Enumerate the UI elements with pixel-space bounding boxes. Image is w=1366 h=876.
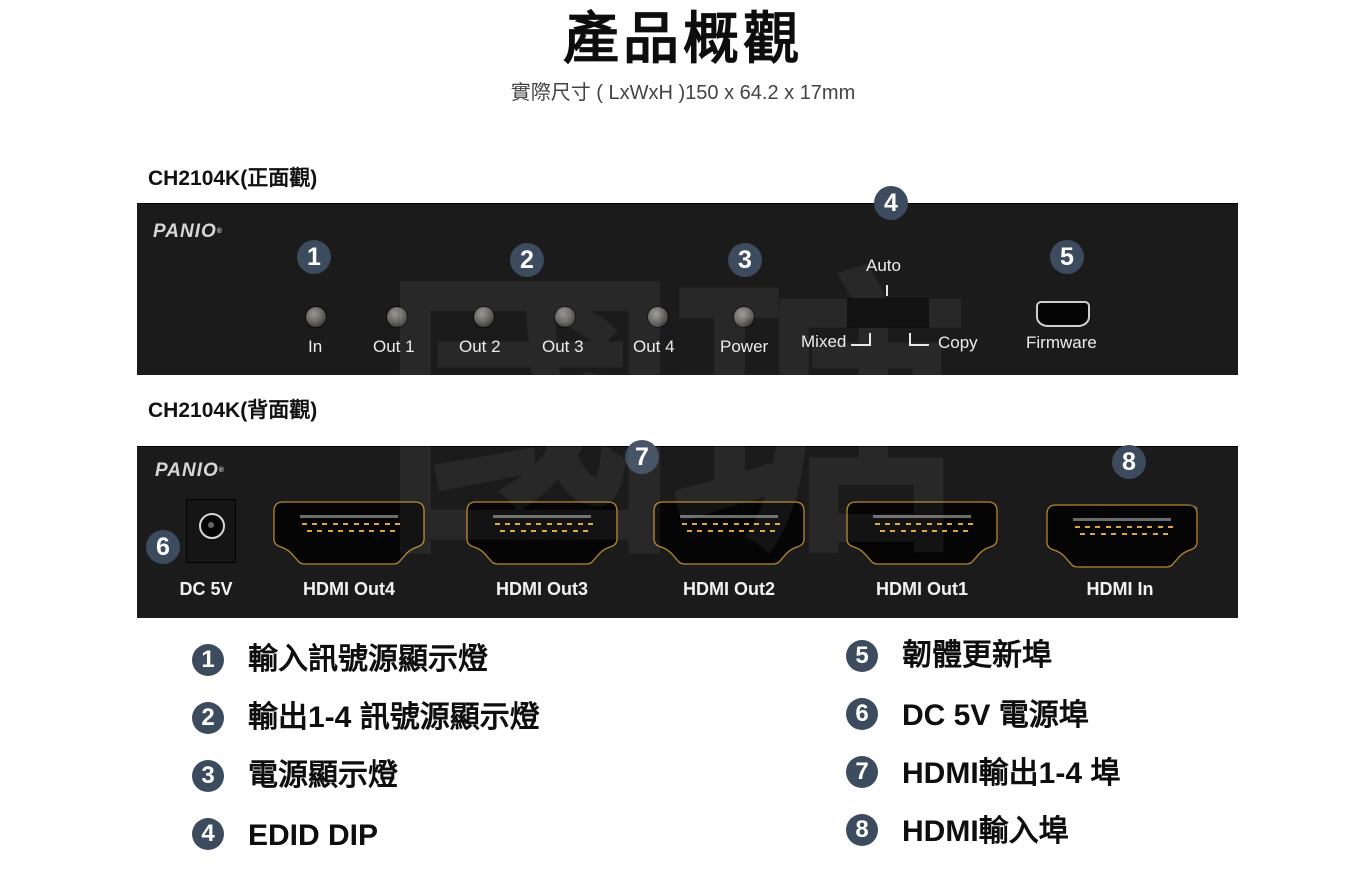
- led-label-out2: Out 2: [459, 337, 501, 356]
- legend-badge-6: 6: [846, 698, 878, 730]
- dip-switch[interactable]: [847, 298, 929, 328]
- dc-jack-icon: [186, 499, 236, 563]
- legend-badge-1: 1: [192, 644, 224, 676]
- legend-badge-3: 3: [192, 760, 224, 792]
- legend-item-4: EDID DIP: [248, 819, 379, 852]
- callout-badge-6: 6: [146, 530, 180, 564]
- legend-item-6: DC 5V 電源埠: [902, 699, 1089, 732]
- hdmi-out1-port-icon: [846, 501, 998, 565]
- led-in-icon: [306, 307, 326, 327]
- led-out3-icon: [555, 307, 575, 327]
- brand-logo-text: PANIO: [155, 460, 219, 481]
- hdmi-in-port-icon: [1046, 504, 1198, 568]
- led-power-icon: [734, 307, 754, 327]
- legend-badge-8: 8: [846, 814, 878, 846]
- port-label-hdmi-out1: HDMI Out1: [876, 579, 968, 599]
- led-label-out4: Out 4: [633, 337, 675, 356]
- callout-badge-2: 2: [510, 243, 544, 277]
- led-label-out1: Out 1: [373, 337, 415, 356]
- hdmi-out2-port-icon: [653, 501, 805, 565]
- port-label-hdmi-in: HDMI In: [1086, 579, 1154, 599]
- registered-mark: ®: [218, 467, 225, 474]
- legend-item-7: HDMI輸出1-4 埠: [902, 757, 1121, 790]
- legend-badge-7: 7: [846, 756, 878, 788]
- page-title: 產品概觀: [563, 7, 803, 70]
- brand-logo-front: PANIO®: [153, 222, 223, 242]
- micro-usb-port-icon: [1036, 301, 1090, 327]
- dip-mixed-line-h: [851, 344, 871, 346]
- led-out2-icon: [474, 307, 494, 327]
- dip-auto-tick: [886, 285, 888, 296]
- dip-mixed-line-v: [869, 333, 871, 346]
- registered-mark: ®: [216, 228, 223, 235]
- led-out1-icon: [387, 307, 407, 327]
- callout-badge-7: 7: [625, 440, 659, 474]
- back-view-label: CH2104K(背面觀): [148, 399, 318, 422]
- hdmi-out3-port-icon: [466, 501, 618, 565]
- front-view-label: CH2104K(正面觀): [148, 167, 318, 190]
- legend-item-2: 輸出1-4 訊號源顯示燈: [248, 701, 540, 734]
- dip-label-auto: Auto: [866, 256, 901, 275]
- callout-badge-5: 5: [1050, 240, 1084, 274]
- callout-badge-4: 4: [874, 186, 908, 220]
- port-label-hdmi-out4: HDMI Out4: [303, 579, 395, 599]
- led-label-in: In: [308, 337, 323, 356]
- led-label-power: Power: [720, 337, 769, 356]
- brand-logo-back: PANIO®: [155, 461, 225, 481]
- legend-item-5: 韌體更新埠: [902, 639, 1052, 672]
- led-label-out3: Out 3: [542, 337, 584, 356]
- legend-item-3: 電源顯示燈: [248, 759, 398, 792]
- dip-copy-line-h: [909, 344, 929, 346]
- firmware-port-label: Firmware: [1026, 333, 1097, 352]
- callout-badge-8: 8: [1112, 445, 1146, 479]
- port-label-hdmi-out2: HDMI Out2: [683, 579, 775, 599]
- brand-logo-text: PANIO: [153, 221, 217, 242]
- callout-badge-1: 1: [297, 240, 331, 274]
- legend-badge-2: 2: [192, 702, 224, 734]
- legend-item-8: HDMI輸入埠: [902, 815, 1069, 848]
- port-label-dc5v: DC 5V: [179, 579, 233, 599]
- dimensions-subtitle: 實際尺寸 ( LxWxH )150 x 64.2 x 17mm: [510, 82, 856, 104]
- legend-badge-5: 5: [846, 640, 878, 672]
- legend-badge-4: 4: [192, 818, 224, 850]
- dip-label-mixed: Mixed: [801, 332, 847, 351]
- callout-badge-3: 3: [728, 243, 762, 277]
- led-out4-icon: [648, 307, 668, 327]
- hdmi-out4-port-icon: [273, 501, 425, 565]
- port-label-hdmi-out3: HDMI Out3: [496, 579, 588, 599]
- legend-item-1: 輸入訊號源顯示燈: [248, 643, 488, 676]
- dip-label-copy: Copy: [938, 333, 978, 352]
